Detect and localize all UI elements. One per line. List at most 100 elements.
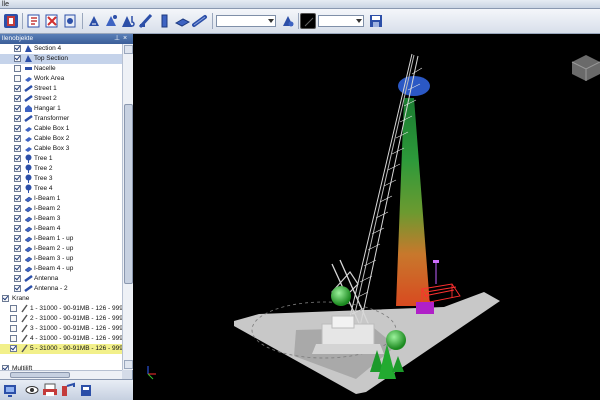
print-icon[interactable] xyxy=(42,382,58,398)
column-icon[interactable] xyxy=(156,13,172,29)
visibility-checkbox[interactable] xyxy=(14,45,21,52)
tree-item[interactable]: I-Beam 3 - up xyxy=(0,254,122,264)
visibility-checkbox[interactable] xyxy=(14,285,21,292)
visibility-checkbox[interactable] xyxy=(14,225,21,232)
tree-item[interactable]: I-Beam 2 xyxy=(0,204,122,214)
visibility-checkbox[interactable] xyxy=(10,335,17,342)
visibility-checkbox[interactable] xyxy=(14,245,21,252)
layer-combo[interactable] xyxy=(216,15,276,27)
tree-item[interactable] xyxy=(0,354,122,364)
tree-item-label: Section 4 xyxy=(34,45,62,52)
visibility-checkbox[interactable] xyxy=(14,65,21,72)
tree-item[interactable]: I-Beam 4 xyxy=(0,224,122,234)
title-bar: lle xyxy=(0,0,600,9)
tree-item[interactable]: Top Section xyxy=(0,54,122,64)
visibility-checkbox[interactable] xyxy=(14,265,21,272)
tree-item[interactable]: Tree 1 xyxy=(0,154,122,164)
delete-icon[interactable] xyxy=(44,13,60,29)
visibility-checkbox[interactable] xyxy=(14,85,21,92)
visibility-checkbox[interactable] xyxy=(10,345,17,352)
visibility-checkbox[interactable] xyxy=(14,135,21,142)
tree-item[interactable]: Antenna - 2 xyxy=(0,284,122,294)
visibility-checkbox[interactable] xyxy=(2,295,9,302)
visibility-checkbox[interactable] xyxy=(14,255,21,262)
3d-viewport[interactable] xyxy=(134,34,600,400)
tree-item[interactable]: Antenna xyxy=(0,274,122,284)
scroll-down-button[interactable] xyxy=(124,360,133,369)
visibility-checkbox[interactable] xyxy=(14,175,21,182)
visibility-checkbox[interactable] xyxy=(14,215,21,222)
tree-item[interactable]: I-Beam 1 xyxy=(0,194,122,204)
street-icon xyxy=(24,94,33,103)
crane-icon[interactable] xyxy=(60,382,76,398)
tree-item[interactable]: 2 - 31000 - 90-91MB - 126 - 999 - xyxy=(0,314,122,324)
pipe-icon[interactable] xyxy=(192,13,208,29)
tree-horizontal-scrollbar[interactable] xyxy=(0,370,122,379)
eye-icon[interactable] xyxy=(24,382,40,398)
hscroll-thumb[interactable] xyxy=(10,372,70,378)
rotate-icon[interactable] xyxy=(103,13,119,29)
tree-item[interactable]: Cable Box 1 xyxy=(0,124,122,134)
tree-item[interactable]: I-Beam 1 - up xyxy=(0,234,122,244)
main-toolbar xyxy=(0,9,600,34)
tree-item-label: I-Beam 3 xyxy=(34,215,61,222)
tree-item[interactable]: Transformer xyxy=(0,114,122,124)
visibility-checkbox[interactable] xyxy=(14,125,21,132)
beam-icon[interactable] xyxy=(174,13,190,29)
tree-item[interactable]: Work Area xyxy=(0,74,122,84)
window-title: lle xyxy=(2,1,10,8)
background-color-icon[interactable] xyxy=(300,13,316,29)
crane-hook-icon[interactable] xyxy=(120,13,136,29)
visibility-checkbox[interactable] xyxy=(10,305,17,312)
visibility-checkbox[interactable] xyxy=(14,165,21,172)
tree-item[interactable]: Tree 2 xyxy=(0,164,122,174)
tree-item[interactable]: Street 2 xyxy=(0,94,122,104)
tree-item[interactable]: Tree 4 xyxy=(0,184,122,194)
app-menu-icon[interactable] xyxy=(3,13,19,29)
weight-icon[interactable] xyxy=(78,382,94,398)
tree-item[interactable]: Section 4 xyxy=(0,44,122,54)
visibility-checkbox[interactable] xyxy=(14,275,21,282)
visibility-checkbox[interactable] xyxy=(14,105,21,112)
visibility-checkbox[interactable] xyxy=(14,205,21,212)
hook-icon[interactable] xyxy=(62,13,78,29)
visibility-checkbox[interactable] xyxy=(14,155,21,162)
view-combo[interactable] xyxy=(318,15,364,27)
tree-item[interactable]: 1 - 31000 - 90-91MB - 126 - 999 - xyxy=(0,304,122,314)
tree-item[interactable]: Cable Box 3 xyxy=(0,144,122,154)
visibility-checkbox[interactable] xyxy=(10,325,17,332)
import-icon[interactable] xyxy=(26,13,42,29)
scroll-up-button[interactable] xyxy=(124,45,133,54)
monitor-icon[interactable] xyxy=(3,382,19,398)
tree-item[interactable]: Nacelle xyxy=(0,64,122,74)
visibility-checkbox[interactable] xyxy=(10,315,17,322)
tree-item[interactable]: Krane xyxy=(0,294,122,304)
visibility-checkbox[interactable] xyxy=(14,195,21,202)
visibility-checkbox[interactable] xyxy=(14,115,21,122)
tree-vertical-scrollbar[interactable] xyxy=(122,44,133,370)
visibility-checkbox[interactable] xyxy=(14,95,21,102)
move-icon[interactable] xyxy=(86,13,102,29)
boom-icon[interactable] xyxy=(138,13,154,29)
tree-item[interactable]: Hangar 1 xyxy=(0,104,122,114)
tree-item[interactable]: 3 - 31000 - 90-91MB - 126 - 999 - xyxy=(0,324,122,334)
tree-item-label: I-Beam 3 - up xyxy=(34,255,74,262)
pin-icon[interactable]: ⊥ xyxy=(114,35,122,43)
tree-item[interactable]: 5 - 31000 - 90-91MB - 126 - 999 - xyxy=(0,344,122,354)
visibility-checkbox[interactable] xyxy=(14,55,21,62)
tree-item[interactable]: I-Beam 2 - up xyxy=(0,244,122,254)
tree-item[interactable]: I-Beam 3 xyxy=(0,214,122,224)
visibility-checkbox[interactable] xyxy=(14,185,21,192)
color-tool-icon[interactable] xyxy=(280,13,296,29)
visibility-checkbox[interactable] xyxy=(14,145,21,152)
scroll-thumb[interactable] xyxy=(124,104,133,284)
tree-item[interactable]: Tree 3 xyxy=(0,174,122,184)
visibility-checkbox[interactable] xyxy=(14,75,21,82)
close-icon[interactable]: × xyxy=(123,35,131,43)
tree-item[interactable]: 4 - 31000 - 90-91MB - 126 - 999 - xyxy=(0,334,122,344)
tree-item[interactable]: I-Beam 4 - up xyxy=(0,264,122,274)
tree-item[interactable]: Cable Box 2 xyxy=(0,134,122,144)
visibility-checkbox[interactable] xyxy=(14,235,21,242)
save-view-icon[interactable] xyxy=(368,13,384,29)
tree-item[interactable]: Street 1 xyxy=(0,84,122,94)
